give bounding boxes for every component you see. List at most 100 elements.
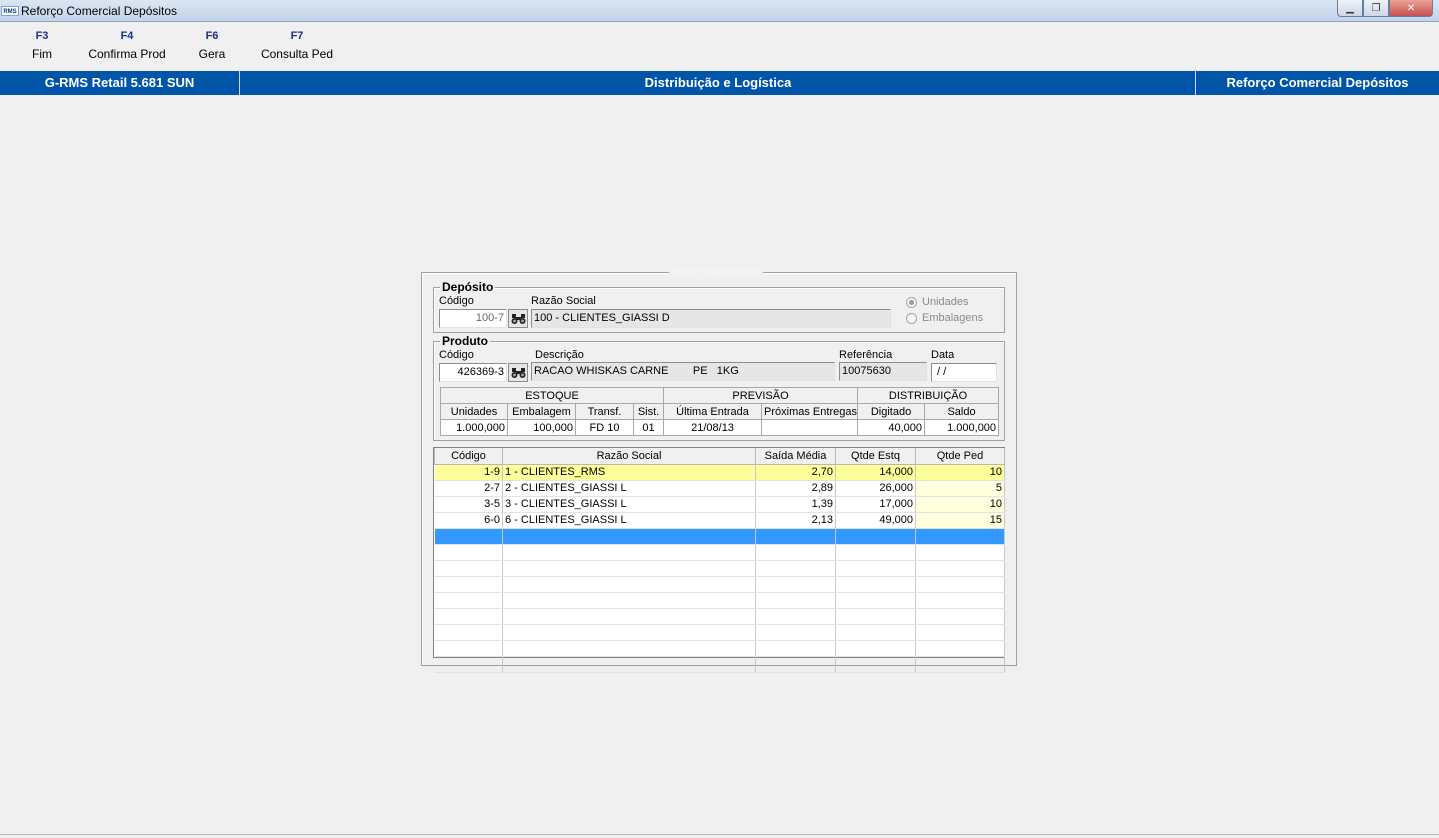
row-qtde-ped[interactable]: 10 <box>915 496 1005 513</box>
empty-cell <box>502 576 756 593</box>
screen-title: Reforço Comercial Depósitos <box>1195 71 1439 95</box>
empty-cell <box>502 624 756 641</box>
fim-button[interactable]: F3 Fim <box>28 30 56 61</box>
col-transf: Transf. <box>575 403 634 420</box>
table-row-current[interactable] <box>434 528 1005 545</box>
header-band: G-RMS Retail 5.681 SUN Distribuição e Lo… <box>0 71 1439 95</box>
option-embalagens-label: Embalagens <box>922 312 984 324</box>
table-row[interactable]: 3-5 3 - CLIENTES_GIASSI L 1,39 17,000 10 <box>434 496 1005 513</box>
radio-embalagens-indicator <box>906 312 917 324</box>
fkey-f7-key: F7 <box>290 30 304 42</box>
col-saldo: Saldo <box>924 403 1000 420</box>
option-unidades[interactable]: Unidades <box>906 296 968 308</box>
empty-cell <box>835 640 916 657</box>
option-embalagens[interactable]: Embalagens <box>906 312 983 324</box>
empty-cell <box>434 624 503 641</box>
app-icon: RMS <box>1 6 19 16</box>
proximas-entregas-value <box>761 419 859 436</box>
data-field[interactable]: / / <box>931 363 997 382</box>
digitado-value: 40,000 <box>857 419 926 436</box>
col-unidades: Unidades <box>440 403 508 420</box>
row-saida-media: 2,89 <box>755 480 836 497</box>
empty-cell <box>755 640 836 657</box>
grid-col-qtde-ped[interactable]: Qtde Ped <box>915 448 1005 465</box>
grid-col-codigo[interactable]: Código <box>434 448 503 465</box>
empty-cell <box>755 528 836 545</box>
row-codigo: 2-7 <box>434 480 503 497</box>
stock-table: ESTOQUE PREVISÃO DISTRIBUIÇÃO Unidades E… <box>439 387 1000 436</box>
empty-cell <box>915 608 1005 625</box>
radio-unidades-indicator <box>906 296 917 308</box>
empty-cell <box>502 528 756 545</box>
row-razao-social: 2 - CLIENTES_GIASSI L <box>502 480 756 497</box>
table-row-empty[interactable] <box>434 640 1005 657</box>
restore-button[interactable]: ❐ <box>1363 0 1389 17</box>
produto-lookup-button[interactable] <box>508 363 528 382</box>
produto-codigo-field[interactable]: 426369-3 <box>439 363 507 382</box>
table-row-empty[interactable] <box>434 656 1005 673</box>
mode-caption: Modo Programação <box>669 267 763 278</box>
empty-cell <box>835 544 916 561</box>
fkey-f3-label: Fim <box>32 47 52 61</box>
binoculars-icon <box>511 367 525 378</box>
referencia-field: 10075630 <box>839 362 927 381</box>
grid-col-razao-social[interactable]: Razão Social <box>502 448 756 465</box>
empty-cell <box>502 560 756 577</box>
row-codigo: 1-9 <box>434 464 503 481</box>
empty-cell <box>755 624 836 641</box>
table-row-empty[interactable] <box>434 560 1005 577</box>
row-codigo: 3-5 <box>434 496 503 513</box>
row-qtde-estq: 49,000 <box>835 512 916 529</box>
gera-button[interactable]: F6 Gera <box>196 30 228 61</box>
binoculars-icon <box>511 313 525 324</box>
table-row-empty[interactable] <box>434 608 1005 625</box>
table-row[interactable]: 2-7 2 - CLIENTES_GIASSI L 2,89 26,000 5 <box>434 480 1005 497</box>
empty-cell <box>915 576 1005 593</box>
table-row-empty[interactable] <box>434 544 1005 561</box>
row-qtde-ped[interactable]: 15 <box>915 512 1005 529</box>
empty-cell <box>915 624 1005 641</box>
row-codigo: 6-0 <box>434 512 503 529</box>
minimize-button[interactable]: ▁ <box>1337 0 1363 17</box>
row-qtde-ped[interactable]: 5 <box>915 480 1005 497</box>
row-qtde-estq: 17,000 <box>835 496 916 513</box>
empty-cell <box>835 624 916 641</box>
table-row-empty[interactable] <box>434 576 1005 593</box>
table-row-empty[interactable] <box>434 592 1005 609</box>
sist-value: 01 <box>632 419 665 436</box>
grid-col-qtde-estq[interactable]: Qtde Estq <box>835 448 916 465</box>
empty-cell <box>502 544 756 561</box>
empty-cell <box>434 576 503 593</box>
grid-col-saida-media[interactable]: Saída Média <box>755 448 836 465</box>
table-row[interactable]: 1-9 1 - CLIENTES_RMS 2,70 14,000 10 <box>434 464 1005 481</box>
window-title: Reforço Comercial Depósitos <box>21 4 178 18</box>
status-strip <box>0 834 1439 838</box>
consulta-ped-button[interactable]: F7 Consulta Ped <box>259 30 335 61</box>
referencia-label: Referência <box>839 349 893 361</box>
table-row[interactable]: 6-0 6 - CLIENTES_GIASSI L 2,13 49,000 15 <box>434 512 1005 529</box>
empty-cell <box>434 544 503 561</box>
deposito-codigo-field[interactable]: 100-7 <box>439 309 507 328</box>
empty-cell <box>835 560 916 577</box>
empty-cell <box>434 528 503 545</box>
close-button[interactable]: ✕ <box>1389 0 1433 17</box>
empty-cell <box>915 544 1005 561</box>
empty-cell <box>915 528 1005 545</box>
empty-cell <box>835 656 916 673</box>
product-version: G-RMS Retail 5.681 SUN <box>0 71 240 95</box>
empty-cell <box>835 576 916 593</box>
option-unidades-label: Unidades <box>922 296 969 308</box>
produto-descricao-field: RACAO WHISKAS CARNE PE 1KG <box>531 362 835 381</box>
deposito-lookup-button[interactable] <box>508 309 528 328</box>
row-qtde-ped[interactable]: 10 <box>915 464 1005 481</box>
empty-cell <box>434 608 503 625</box>
confirma-prod-button[interactable]: F4 Confirma Prod <box>85 30 169 61</box>
table-row-empty[interactable] <box>434 624 1005 641</box>
col-sist: Sist. <box>632 403 665 420</box>
empty-cell <box>915 560 1005 577</box>
produto-codigo-label: Código <box>439 349 474 361</box>
row-saida-media: 2,70 <box>755 464 836 481</box>
distribution-grid[interactable]: Código Razão Social Saída Média Qtde Est… <box>433 447 1005 673</box>
row-qtde-estq: 26,000 <box>835 480 916 497</box>
empty-cell <box>835 528 916 545</box>
